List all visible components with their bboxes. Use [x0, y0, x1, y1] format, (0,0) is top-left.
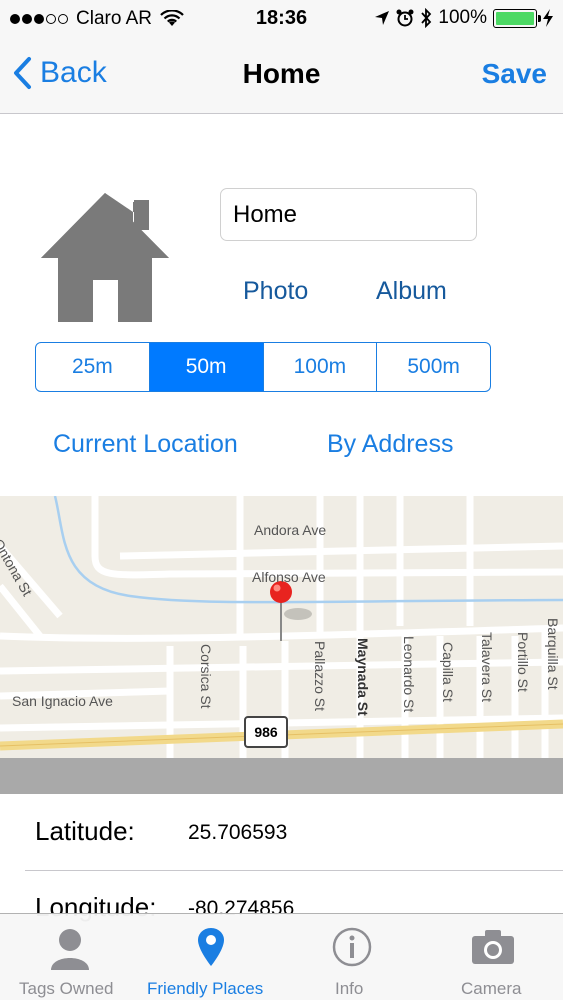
street-label: Maynada St	[355, 638, 371, 716]
status-bar: Claro AR 18:36 100%	[0, 0, 563, 38]
map-divider	[0, 758, 563, 794]
street-label: Barquilla St	[545, 618, 561, 690]
tab-label: Info	[335, 979, 364, 998]
person-icon	[51, 929, 89, 970]
page-title: Home	[242, 58, 321, 89]
tab-label: Friendly Places	[147, 979, 264, 998]
camera-icon	[472, 930, 514, 964]
radius-option-25m[interactable]: 25m	[36, 343, 150, 391]
latitude-value: 25.706593	[188, 821, 288, 844]
album-button[interactable]: Album	[376, 277, 447, 306]
tab-label: Tags Owned	[19, 979, 114, 998]
battery-icon	[493, 8, 541, 28]
info-icon	[332, 927, 372, 967]
street-label: Alfonso Ave	[252, 569, 326, 585]
tab-label: Camera	[461, 979, 522, 998]
charging-bolt-icon	[543, 9, 553, 27]
street-label: Leonardo St	[401, 636, 417, 713]
radius-option-100m[interactable]: 100m	[264, 343, 378, 391]
latitude-row: Latitude: 25.706593	[0, 794, 563, 870]
location-pin-icon	[198, 928, 224, 966]
latitude-label: Latitude:	[35, 816, 135, 846]
house-icon[interactable]	[38, 190, 172, 329]
current-location-button[interactable]: Current Location	[53, 430, 238, 459]
tab-tags-owned[interactable]: Tags Owned	[0, 914, 140, 1000]
street-label: Corsica St	[198, 644, 214, 709]
location-arrow-icon	[375, 11, 390, 25]
place-name-input[interactable]	[220, 188, 477, 241]
street-label: Andora Ave	[254, 522, 327, 538]
tab-bar: Tags Owned Friendly Places Info Camera	[0, 913, 563, 1000]
street-label: Talavera St	[479, 632, 495, 703]
bluetooth-icon	[421, 8, 432, 28]
battery-percent: 100%	[438, 7, 487, 28]
photo-button[interactable]: Photo	[243, 277, 308, 306]
screen: Claro AR 18:36 100% Back Home Save Home …	[0, 0, 563, 1000]
navigation-bar: Back Home Save	[0, 38, 563, 114]
alarm-icon	[396, 9, 414, 27]
street-label: Capilla St	[440, 642, 456, 702]
tab-camera[interactable]: Camera	[420, 914, 563, 1000]
street-label: Portillo St	[515, 632, 531, 692]
radius-option-500m[interactable]: 500m	[377, 343, 490, 391]
tab-friendly-places[interactable]: Friendly Places	[140, 914, 280, 1000]
radius-segmented-control: 25m 50m 100m 500m	[35, 342, 491, 392]
status-right: 100%	[374, 7, 553, 29]
route-shield: 986	[244, 716, 288, 748]
street-label: San Ignacio Ave	[12, 693, 113, 709]
by-address-button[interactable]: By Address	[327, 430, 453, 459]
tab-info[interactable]: Info	[280, 914, 420, 1000]
street-label: Pallazzo St	[312, 641, 328, 712]
save-button[interactable]: Save	[482, 58, 547, 90]
radius-option-50m[interactable]: 50m	[149, 343, 264, 391]
